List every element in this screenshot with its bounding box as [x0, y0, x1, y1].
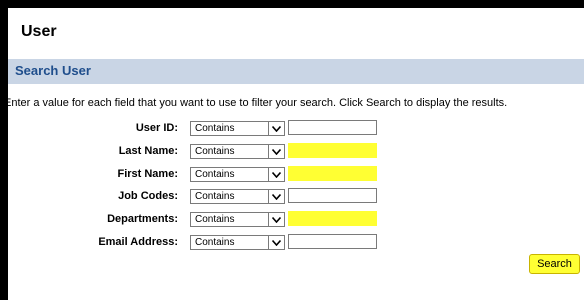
last-name-label: Last Name: [118, 145, 178, 157]
first-name-input[interactable] [288, 166, 377, 181]
departments-input[interactable] [288, 211, 377, 226]
job-codes-label: Job Codes: [118, 190, 178, 202]
chevron-down-icon[interactable] [268, 122, 284, 135]
email-address-operator-value: Contains [195, 237, 235, 248]
section-title: Search User [15, 63, 91, 78]
email-address-operator-select[interactable]: Contains [190, 235, 285, 250]
user-id-input[interactable] [288, 120, 377, 135]
chevron-down-icon[interactable] [268, 213, 284, 226]
field-row-user-id: User ID: Contains [8, 120, 584, 137]
job-codes-operator-select[interactable]: Contains [190, 189, 285, 204]
user-id-label: User ID: [135, 122, 178, 134]
field-row-departments: Departments: Contains [8, 211, 584, 228]
page-title: User [21, 23, 57, 40]
job-codes-input[interactable] [288, 188, 377, 203]
first-name-operator-value: Contains [195, 169, 235, 180]
field-row-job-codes: Job Codes: Contains [8, 188, 584, 205]
email-address-input[interactable] [288, 234, 377, 249]
chevron-down-icon[interactable] [268, 236, 284, 249]
instructions-text: Enter a value for each field that you wa… [4, 97, 508, 109]
last-name-input[interactable] [288, 143, 377, 158]
search-user-panel: User Search User Enter a value for each … [4, 8, 584, 300]
section-header: Search User [8, 59, 584, 84]
first-name-label: First Name: [117, 168, 178, 180]
chevron-down-icon[interactable] [268, 190, 284, 203]
departments-operator-value: Contains [195, 214, 235, 225]
field-row-first-name: First Name: Contains [8, 166, 584, 183]
email-address-label: Email Address: [98, 236, 178, 248]
departments-operator-select[interactable]: Contains [190, 212, 285, 227]
field-row-last-name: Last Name: Contains [8, 143, 584, 160]
chevron-down-icon[interactable] [268, 168, 284, 181]
user-id-operator-value: Contains [195, 123, 235, 134]
last-name-operator-select[interactable]: Contains [190, 144, 285, 159]
job-codes-operator-value: Contains [195, 191, 235, 202]
departments-label: Departments: [107, 213, 178, 225]
field-row-email-address: Email Address: Contains [8, 234, 584, 251]
first-name-operator-select[interactable]: Contains [190, 167, 285, 182]
user-id-operator-select[interactable]: Contains [190, 121, 285, 136]
last-name-operator-value: Contains [195, 146, 235, 157]
search-button[interactable]: Search [529, 254, 580, 274]
chevron-down-icon[interactable] [268, 145, 284, 158]
